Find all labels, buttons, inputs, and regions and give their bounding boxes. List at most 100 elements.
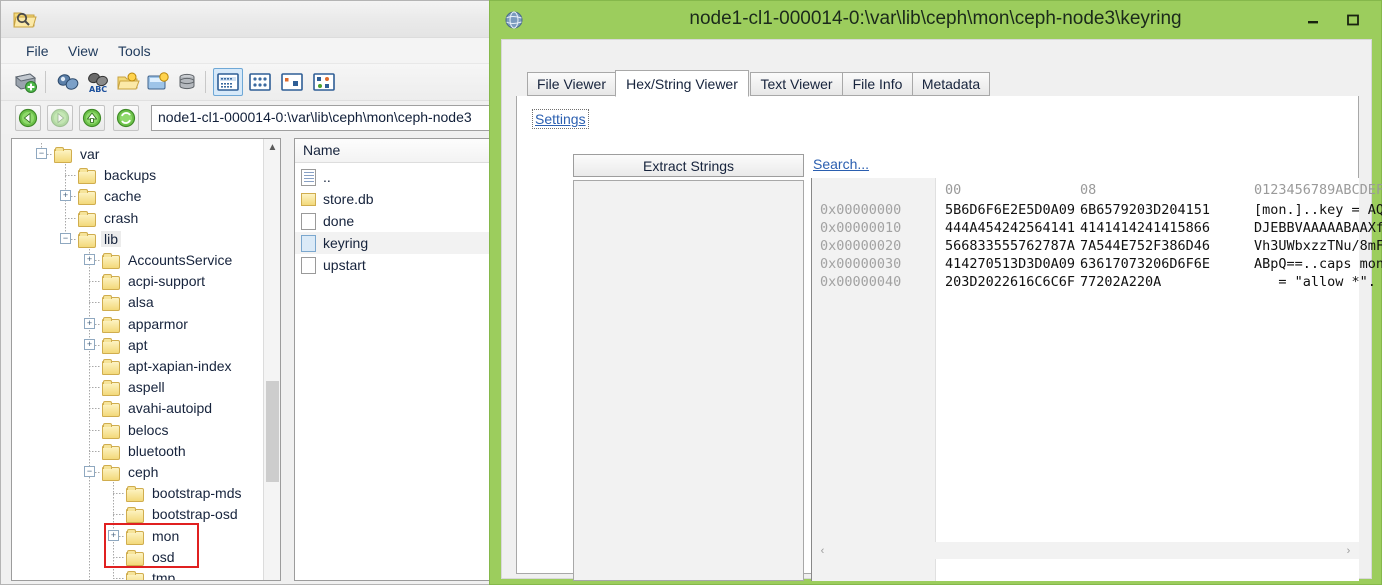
tree-item-avahi-autoipd[interactable]: avahi-autoipd: [102, 397, 215, 419]
up-button[interactable]: [79, 105, 105, 131]
scroll-right-arrow[interactable]: ›: [1340, 542, 1357, 559]
tree-connector: [89, 450, 101, 452]
hex-bytes-col-8: 6B6579203D204151: [1080, 202, 1211, 218]
tree-connector: [113, 493, 125, 495]
refresh-button[interactable]: [113, 105, 139, 131]
foreground-window-titlebar[interactable]: node1-cl1-000014-0:\var\lib\ceph\mon\cep…: [490, 1, 1381, 39]
file-list-item[interactable]: upstart: [295, 254, 489, 276]
tree-item-cache[interactable]: cache: [78, 185, 144, 207]
tree-item-belocs[interactable]: belocs: [102, 419, 171, 441]
hex-bytes-col-0: 566833555762787A: [945, 238, 1076, 254]
tree-item-label: ceph: [128, 464, 159, 480]
tab-metadata[interactable]: Metadata: [912, 72, 990, 96]
tree-item-label: bluetooth: [128, 442, 186, 459]
menu-file[interactable]: File: [19, 41, 56, 61]
search-icon[interactable]: [53, 68, 83, 96]
tree-expand-icon[interactable]: +: [60, 190, 71, 202]
folder-icon: [126, 486, 144, 503]
tree-item-mon[interactable]: mon: [126, 525, 182, 547]
minimize-button[interactable]: [1301, 10, 1325, 30]
database-icon[interactable]: [173, 68, 203, 96]
folder-icon: [54, 147, 72, 163]
toolbar-separator-1: [45, 71, 46, 93]
tree-item-apt-xapian-index[interactable]: apt-xapian-index: [102, 355, 235, 377]
tree-item-label: apt: [128, 336, 148, 353]
hex-horizontal-scrollbar[interactable]: ‹ ›: [811, 542, 1359, 559]
tree-item-backups[interactable]: backups: [78, 164, 159, 186]
tiles-view-icon[interactable]: [277, 68, 307, 96]
tree-item-var[interactable]: var: [54, 143, 102, 165]
tree-item-bluetooth[interactable]: bluetooth: [102, 440, 189, 462]
menu-view[interactable]: View: [61, 41, 105, 61]
file-list-item[interactable]: ..: [295, 166, 489, 188]
scroll-left-arrow[interactable]: ‹: [814, 542, 831, 559]
svg-text:ABC: ABC: [89, 85, 107, 93]
file-list-item-label: keyring: [323, 235, 369, 251]
extracted-strings-list[interactable]: [573, 180, 804, 581]
tree-item-apparmor[interactable]: apparmor: [102, 313, 191, 335]
tree-item-bootstrap-mds[interactable]: bootstrap-mds: [126, 482, 244, 504]
tree-item-bootstrap-osd[interactable]: bootstrap-osd: [126, 503, 241, 525]
tree-item-apt[interactable]: apt: [102, 334, 150, 356]
hex-bytes-col-0: 203D2022616C6C6F: [945, 274, 1076, 290]
tab-hex-string-viewer[interactable]: Hex/String Viewer: [615, 70, 749, 97]
tree-expand-icon[interactable]: +: [84, 317, 95, 329]
hex-dump-view[interactable]: 00 08 0123456789ABCDEF 0x00000000 5B6D6F6E2E…: [811, 178, 1382, 581]
tab-text-viewer[interactable]: Text Viewer: [750, 72, 843, 96]
tree-item-alsa[interactable]: alsa: [102, 291, 157, 313]
file-list-panel[interactable]: Name .. store.db done keyring upstart: [294, 138, 490, 581]
directory-tree-panel[interactable]: − var backups + cache crash − lib + AccountsServi…: [11, 138, 281, 581]
tree-connector: [89, 429, 101, 431]
tree-item-lib[interactable]: lib: [78, 228, 122, 250]
maximize-button[interactable]: [1341, 10, 1365, 30]
address-input[interactable]: node1-cl1-000014-0:\var\lib\ceph\mon\cep…: [151, 105, 491, 131]
tree-item-label: alsa: [128, 294, 154, 311]
keyword-search-icon[interactable]: ABC: [83, 68, 113, 96]
tree-item-crash[interactable]: crash: [78, 207, 141, 229]
folder-icon: [301, 192, 316, 206]
back-button[interactable]: [15, 105, 41, 131]
details-view-icon[interactable]: [213, 68, 243, 96]
tree-expand-icon[interactable]: +: [108, 529, 119, 541]
tree-vertical-scrollbar[interactable]: ▲: [263, 139, 280, 580]
folder-icon: [102, 274, 120, 291]
export-icon[interactable]: [113, 68, 143, 96]
add-bookmark-icon[interactable]: [143, 68, 173, 96]
tab-label: Metadata: [921, 76, 981, 92]
tree-connector: [65, 217, 77, 219]
tree-item-ceph[interactable]: ceph: [102, 461, 161, 483]
settings-link[interactable]: Settings: [532, 109, 589, 129]
column-header-name[interactable]: Name: [295, 139, 489, 163]
folder-icon: [102, 380, 120, 397]
tab-file-info[interactable]: File Info: [842, 72, 913, 96]
tree-collapse-icon[interactable]: −: [36, 148, 47, 159]
tree-item-tmp[interactable]: tmp: [126, 567, 178, 580]
menu-tools[interactable]: Tools: [111, 41, 158, 61]
list-view-icon[interactable]: [245, 68, 275, 96]
tree-item-accountsservice[interactable]: AccountsService: [102, 249, 235, 271]
scroll-thumb[interactable]: [266, 380, 279, 483]
tree-item-label: acpi-support: [128, 273, 206, 290]
tree-item-label: backups: [104, 167, 157, 184]
scroll-up-arrow[interactable]: ▲: [264, 139, 280, 156]
file-list-item[interactable]: store.db: [295, 188, 489, 210]
hex-ascii-column: DJEBBVAAAAABAAXf: [1254, 220, 1382, 236]
tree-item-aspell[interactable]: aspell: [102, 376, 168, 398]
tree-item-osd[interactable]: osd: [126, 546, 178, 568]
file-list-item[interactable]: keyring: [295, 232, 489, 254]
tab-file-viewer[interactable]: File Viewer: [527, 72, 616, 96]
tree-collapse-icon[interactable]: −: [60, 232, 71, 244]
folder-icon: [102, 295, 120, 312]
tree-expand-icon[interactable]: +: [84, 338, 95, 350]
forward-button[interactable]: [47, 105, 73, 131]
search-link[interactable]: Search...: [813, 156, 869, 172]
extract-strings-button[interactable]: Extract Strings: [573, 154, 804, 177]
tree-collapse-icon[interactable]: −: [84, 466, 95, 477]
tree-item-acpi-support[interactable]: acpi-support: [102, 270, 208, 292]
hex-offset-label: 0x00000000: [820, 202, 902, 218]
file-list-item[interactable]: done: [295, 210, 489, 232]
tree-expand-icon[interactable]: +: [84, 254, 95, 265]
thumbnails-view-icon[interactable]: [309, 68, 339, 96]
tree-connector: [89, 302, 101, 304]
add-image-icon[interactable]: [11, 68, 41, 96]
